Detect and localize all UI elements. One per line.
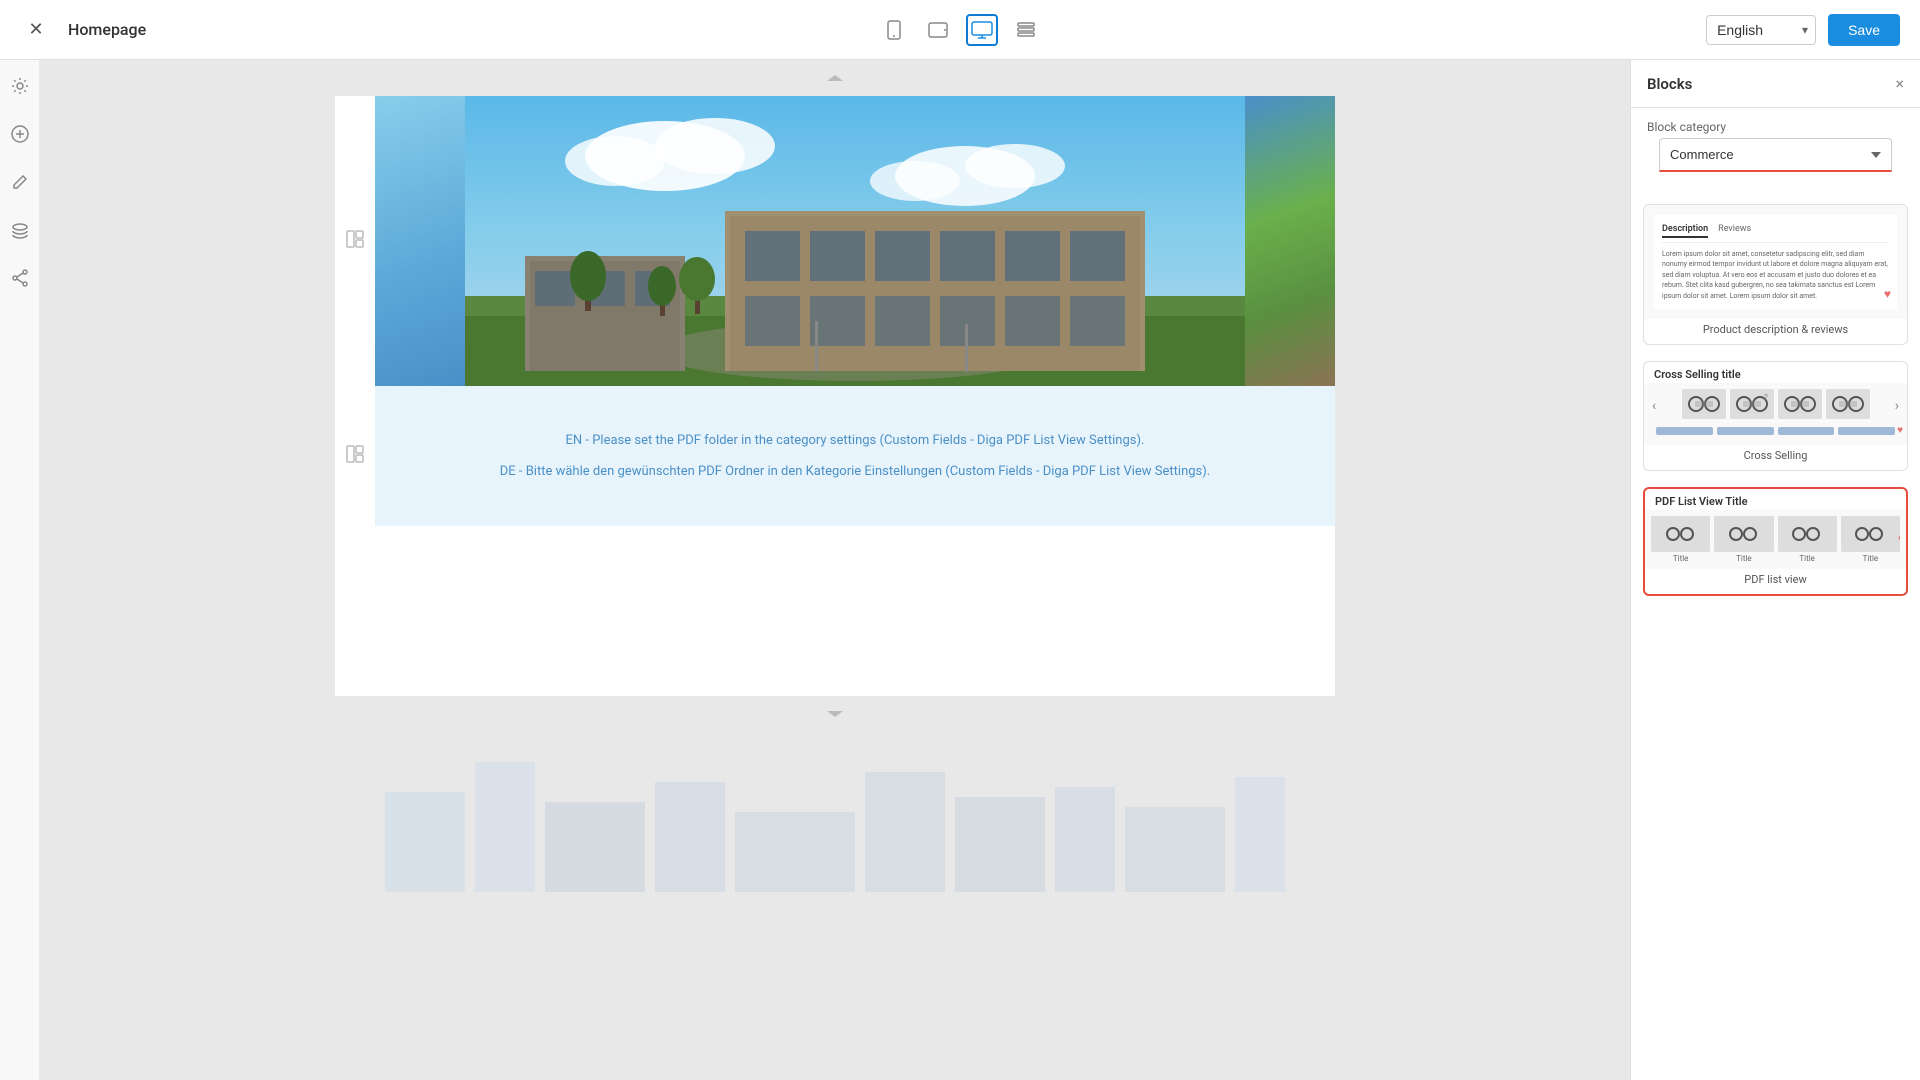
add-sidebar-icon[interactable] xyxy=(6,120,34,148)
canvas-content: EN - Please set the PDF folder in the ca… xyxy=(335,96,1335,696)
share-sidebar-icon[interactable] xyxy=(6,264,34,292)
desc-lorem-text: Lorem ipsum dolor sit amet, consetetur s… xyxy=(1662,249,1889,302)
pdf-item-img-3 xyxy=(1778,516,1837,552)
block-product-description-preview: Description Reviews Lorem ipsum dolor si… xyxy=(1644,205,1907,319)
blocks-panel: Blocks × Block category Commerce Layout … xyxy=(1630,60,1920,1080)
cross-bars: ♥ xyxy=(1650,423,1901,439)
section-info-row: EN - Please set the PDF folder in the ca… xyxy=(335,386,1335,526)
block-card-pdf-list-view[interactable]: PDF List View Title Title Title xyxy=(1643,487,1908,596)
list-view-button[interactable] xyxy=(1010,14,1042,46)
building-image xyxy=(375,96,1335,386)
pdf-items: Title Title Title xyxy=(1651,516,1900,563)
pdf-item-1: Title xyxy=(1651,516,1710,563)
pdf-item-label-2: Title xyxy=(1714,554,1773,563)
language-select[interactable]: English German French xyxy=(1706,15,1816,45)
section1-layout-icon[interactable] xyxy=(345,229,365,253)
block-category-select[interactable]: Commerce Layout Media Text xyxy=(1659,138,1892,172)
cross-selling-block-title: Cross Selling title xyxy=(1644,362,1907,383)
pdf-block-title: PDF List View Title xyxy=(1645,489,1906,510)
main-layout: EN - Please set the PDF folder in the ca… xyxy=(0,0,1920,1080)
pdf-item-2: Title xyxy=(1714,516,1773,563)
cross-prev-btn[interactable]: ‹ xyxy=(1652,398,1656,414)
pdf-list-view-preview: Title Title Title xyxy=(1645,510,1906,569)
close-blocks-panel-button[interactable]: × xyxy=(1895,74,1904,93)
cross-bar-4: ♥ xyxy=(1838,427,1895,435)
building-image-section xyxy=(375,96,1335,386)
cross-bar-2 xyxy=(1717,427,1774,435)
pdf-item-img-1 xyxy=(1651,516,1710,552)
heart-icon[interactable]: ♥ xyxy=(1884,286,1891,303)
cross-items: ? xyxy=(1682,389,1870,419)
block-product-description-label: Product description & reviews xyxy=(1644,319,1907,344)
canvas-area[interactable]: EN - Please set the PDF folder in the ca… xyxy=(40,60,1630,1080)
cross-item-img-4 xyxy=(1826,389,1870,419)
blocks-panel-header: Blocks × xyxy=(1631,60,1920,108)
desc-preview: Description Reviews Lorem ipsum dolor si… xyxy=(1654,215,1897,309)
block-cross-selling-label: Cross Selling xyxy=(1644,445,1907,470)
desc-tab-reviews[interactable]: Reviews xyxy=(1718,223,1751,238)
cross-item-img-3 xyxy=(1778,389,1822,419)
close-icon: ✕ xyxy=(28,19,43,40)
pdf-item-label-1: Title xyxy=(1651,554,1710,563)
cross-next-btn[interactable]: › xyxy=(1895,398,1899,414)
section1-controls xyxy=(335,96,375,386)
top-bar: ✕ Homepage xyxy=(0,0,1920,60)
cross-item-img-2: ? xyxy=(1730,389,1774,419)
canvas-sidebar xyxy=(0,60,40,1080)
cross-bar-1 xyxy=(1656,427,1713,435)
scroll-up-indicator xyxy=(40,60,1630,96)
settings-sidebar-icon[interactable] xyxy=(6,72,34,100)
desc-tabs: Description Reviews xyxy=(1662,223,1889,243)
cross-item-img-1 xyxy=(1682,389,1726,419)
scroll-down-indicator xyxy=(40,696,1630,732)
layers-sidebar-icon[interactable] xyxy=(6,216,34,244)
cross-item-2: ? xyxy=(1730,389,1774,419)
pdf-info-box: EN - Please set the PDF folder in the ca… xyxy=(375,386,1335,526)
close-button[interactable]: ✕ xyxy=(20,14,52,46)
cross-selling-preview: ‹ ? xyxy=(1644,383,1907,445)
pdf-item-3: Title xyxy=(1778,516,1837,563)
pdf-item-img-4 xyxy=(1841,516,1900,552)
section2-controls xyxy=(335,386,375,526)
device-switcher xyxy=(878,14,1042,46)
info-section: EN - Please set the PDF folder in the ca… xyxy=(375,386,1335,526)
block-pdf-list-view-label: PDF list view xyxy=(1645,569,1906,594)
svg-text:?: ? xyxy=(1764,393,1768,402)
desktop-device-button[interactable] xyxy=(966,14,998,46)
tablet-device-button[interactable] xyxy=(922,14,954,46)
info-line2: DE - Bitte wähle den gewünschten PDF Ord… xyxy=(500,462,1210,482)
blocks-panel-title: Blocks xyxy=(1647,75,1692,93)
pdf-item-label-4: Title xyxy=(1841,554,1900,563)
cross-bar-3 xyxy=(1778,427,1835,435)
save-button[interactable]: Save xyxy=(1828,14,1900,46)
cityscape-bg xyxy=(40,732,1630,892)
desc-tab-description[interactable]: Description xyxy=(1662,223,1708,238)
top-bar-actions: English German French Save xyxy=(1706,14,1900,46)
pdf-item-img-2 xyxy=(1714,516,1773,552)
mobile-device-button[interactable] xyxy=(878,14,910,46)
cross-nav: ‹ ? xyxy=(1650,389,1901,423)
pdf-item-label-3: Title xyxy=(1778,554,1837,563)
cross-item-4 xyxy=(1826,389,1870,419)
section-building-row xyxy=(335,96,1335,386)
edit-sidebar-icon[interactable] xyxy=(6,168,34,196)
block-card-product-description[interactable]: Description Reviews Lorem ipsum dolor si… xyxy=(1643,204,1908,345)
cross-item-3 xyxy=(1778,389,1822,419)
section2-layout-icon[interactable] xyxy=(345,444,365,468)
block-card-cross-selling[interactable]: Cross Selling title ‹ ? xyxy=(1643,361,1908,471)
language-selector-wrapper[interactable]: English German French xyxy=(1706,15,1816,45)
cross-item-1 xyxy=(1682,389,1726,419)
block-category-label: Block category xyxy=(1631,108,1920,138)
info-line1: EN - Please set the PDF folder in the ca… xyxy=(566,431,1145,451)
pdf-item-4: Title ♥ xyxy=(1841,516,1900,563)
